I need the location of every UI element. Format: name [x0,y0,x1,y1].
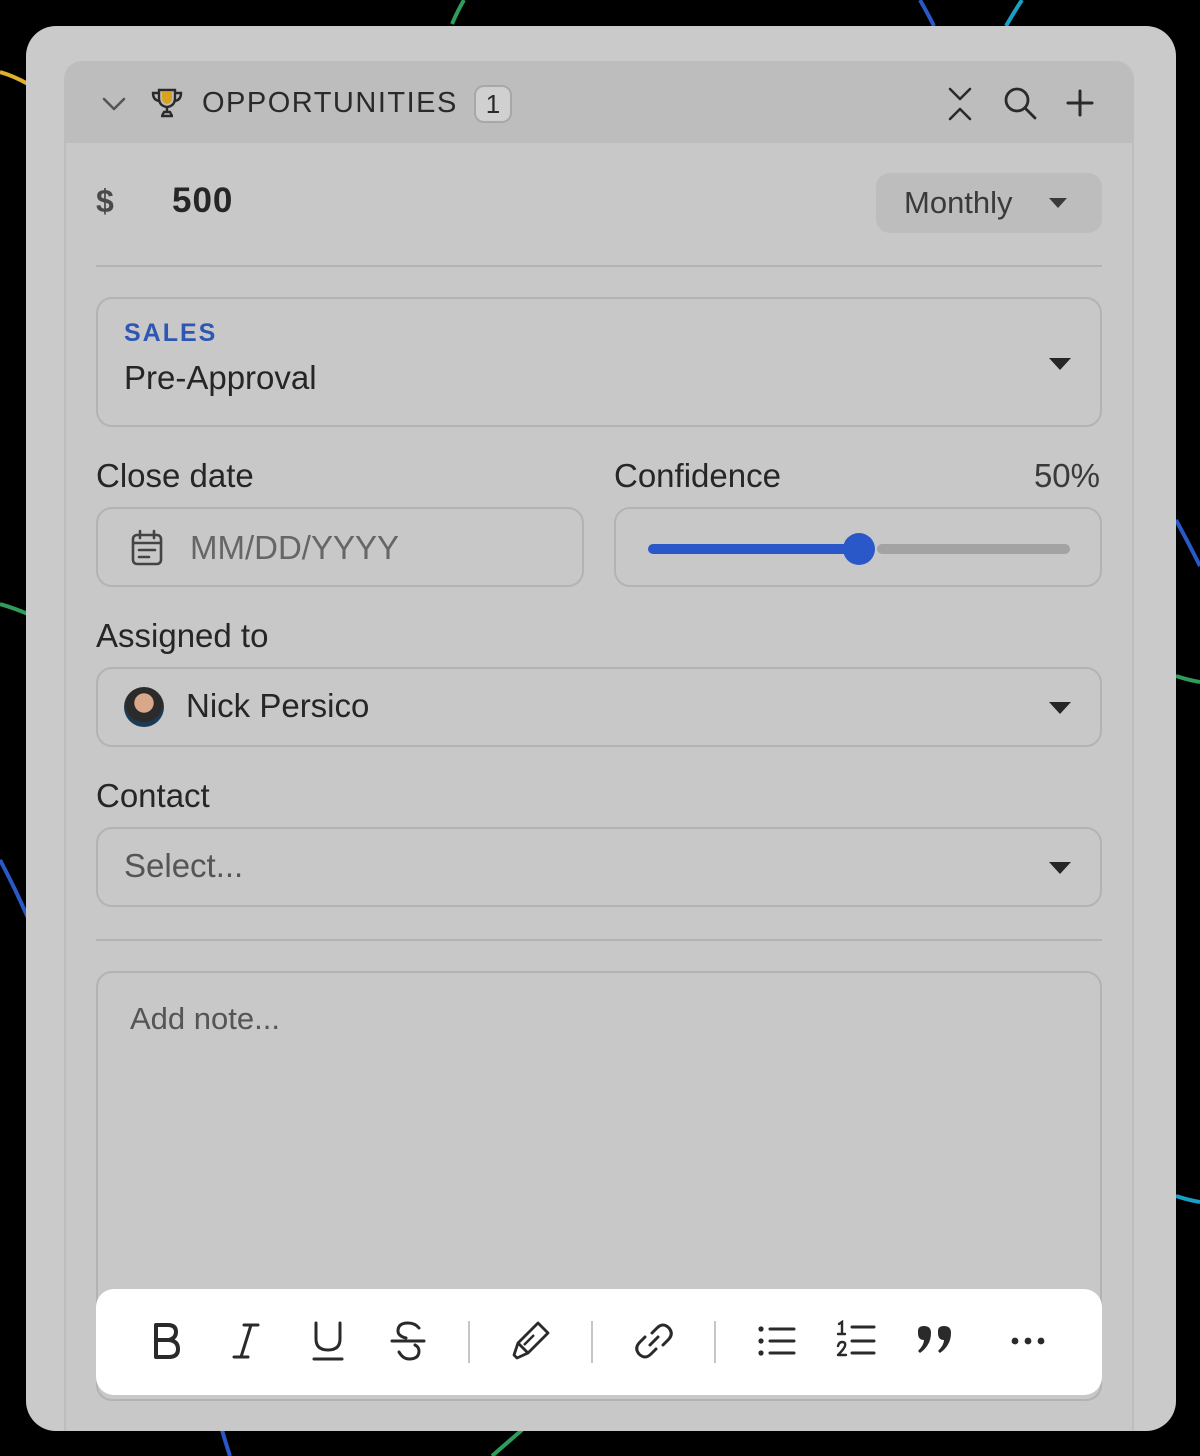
caret-down-icon [1049,702,1071,714]
toolbar-separator [468,1321,470,1363]
section-header[interactable]: OPPORTUNITIES 1 [66,63,1132,143]
stage-select[interactable]: SALES Pre-Approval [96,297,1102,427]
link-icon[interactable] [632,1319,676,1363]
trophy-icon [151,88,183,118]
avatar [124,687,164,727]
confidence-label: Confidence [614,457,781,494]
section-title: OPPORTUNITIES [202,87,458,119]
assigned-label: Assigned to [96,617,269,654]
underline-icon[interactable] [306,1319,350,1363]
collapse-icon[interactable] [944,85,976,123]
slider-thumb[interactable] [843,533,875,565]
date-placeholder: MM/DD/YYYY [190,529,400,566]
plus-icon[interactable] [1064,87,1096,119]
assignee-name: Nick Persico [186,687,370,724]
assignee-select[interactable]: Nick Persico [96,667,1102,747]
contact-select[interactable]: Select... [96,827,1102,907]
strikethrough-icon[interactable] [386,1319,430,1363]
period-value: Monthly [904,185,1013,220]
bullet-list-icon[interactable] [754,1319,798,1363]
chevron-down-icon[interactable] [100,91,128,115]
count-badge: 1 [474,85,512,123]
caret-down-icon [1049,862,1071,874]
toolbar-separator [591,1321,593,1363]
contact-placeholder: Select... [124,847,244,884]
panel: OPPORTUNITIES 1 $ 500 Monthly SALES Pre-… [26,26,1176,1431]
caret-down-icon [1049,358,1071,370]
period-select[interactable]: Monthly [876,173,1102,233]
amount-row: $ 500 Monthly [96,171,1102,233]
bold-icon[interactable] [144,1319,188,1363]
numbered-list-icon[interactable] [834,1319,878,1363]
close-date-label: Close date [96,457,254,494]
pipeline-label: SALES [124,319,218,347]
contact-label: Contact [96,777,210,814]
slider-fill [648,544,859,554]
currency-symbol: $ [96,183,114,219]
amount-input[interactable]: 500 [172,181,233,221]
highlighter-icon[interactable] [508,1319,552,1363]
opportunities-card: OPPORTUNITIES 1 $ 500 Monthly SALES Pre-… [64,61,1134,1431]
caret-down-icon [1049,198,1067,208]
formatting-toolbar [96,1289,1102,1395]
search-icon[interactable] [1002,85,1038,121]
close-date-input[interactable]: MM/DD/YYYY [96,507,584,587]
confidence-value: 50% [1033,457,1100,494]
toolbar-separator [714,1321,716,1363]
note-placeholder: Add note... [130,1001,280,1036]
quote-icon[interactable] [914,1319,958,1363]
confidence-slider[interactable] [614,507,1102,587]
stage-value: Pre-Approval [124,359,317,396]
divider [96,265,1102,267]
calendar-icon [131,529,163,566]
slider-track [877,544,1070,554]
divider [96,939,1102,941]
italic-icon[interactable] [224,1319,268,1363]
more-icon[interactable] [1006,1319,1050,1363]
